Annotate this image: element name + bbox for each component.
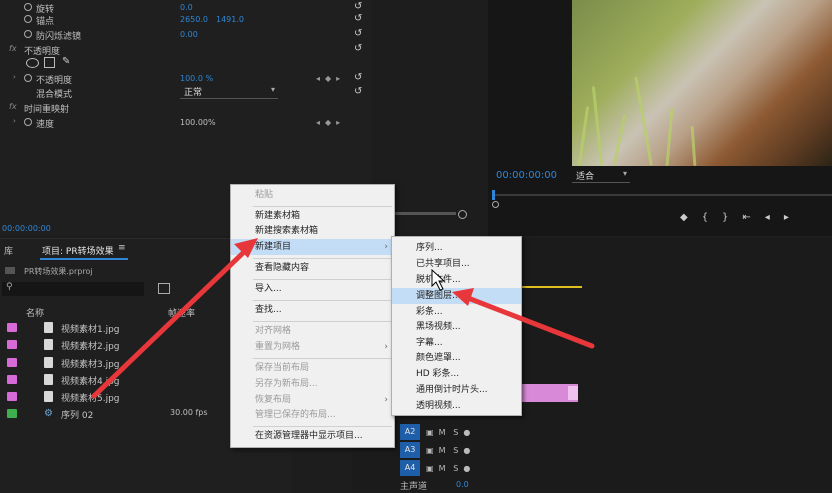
red-arrow-icon [91, 238, 258, 399]
mouse-cursor-icon [431, 268, 446, 291]
annotation-arrows [91, 238, 595, 399]
red-arrow-icon [452, 288, 595, 349]
